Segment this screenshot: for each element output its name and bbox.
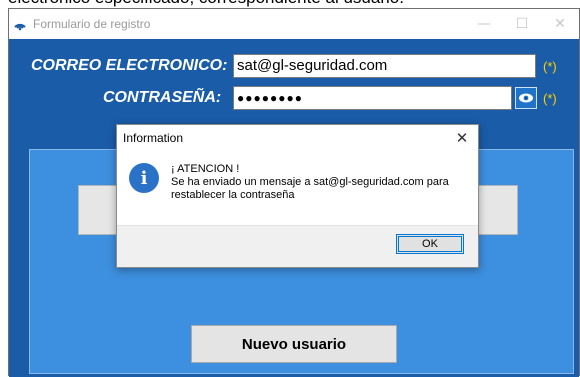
dialog-message-heading: ¡ ATENCION !	[171, 163, 240, 175]
minimize-button[interactable]: —	[465, 9, 503, 39]
info-icon: i	[129, 163, 159, 193]
close-button[interactable]: ✕	[541, 9, 579, 39]
ok-button[interactable]: OK	[396, 234, 464, 254]
eye-icon	[519, 93, 533, 103]
app-icon	[13, 17, 27, 31]
dialog-close-button[interactable]: ✕	[452, 128, 472, 148]
email-required-marker: (*)	[543, 59, 557, 74]
dialog-message: ¡ ATENCION ! Se ha enviado un mensaje a …	[171, 163, 471, 202]
dialog-message-body: Se ha enviado un mensaje a sat@gl-seguri…	[171, 176, 449, 201]
dialog-title: Information	[123, 131, 184, 145]
window-titlebar[interactable]: Formulario de registro — ☐ ✕	[9, 9, 579, 39]
background-document-text: electrónico especificado, correspondient…	[0, 0, 580, 8]
background-caption: electrónico especificado, correspondient…	[8, 0, 404, 8]
dialog-footer: OK	[117, 225, 478, 267]
password-required-marker: (*)	[543, 91, 557, 106]
maximize-button[interactable]: ☐	[503, 9, 541, 39]
new-user-button[interactable]: Nuevo usuario	[191, 325, 397, 363]
password-label: CONTRASEÑA:	[103, 89, 222, 106]
dialog-titlebar[interactable]: Information	[117, 125, 478, 151]
window-title: Formulario de registro	[33, 17, 151, 31]
information-dialog: Information ✕ i ¡ ATENCION ! Se ha envia…	[116, 124, 479, 268]
email-field[interactable]: sat@gl-seguridad.com	[233, 54, 536, 78]
email-label: CORREO ELECTRONICO:	[31, 57, 228, 74]
password-field[interactable]: ●●●●●●●●	[233, 86, 512, 110]
show-password-button[interactable]	[515, 87, 537, 109]
